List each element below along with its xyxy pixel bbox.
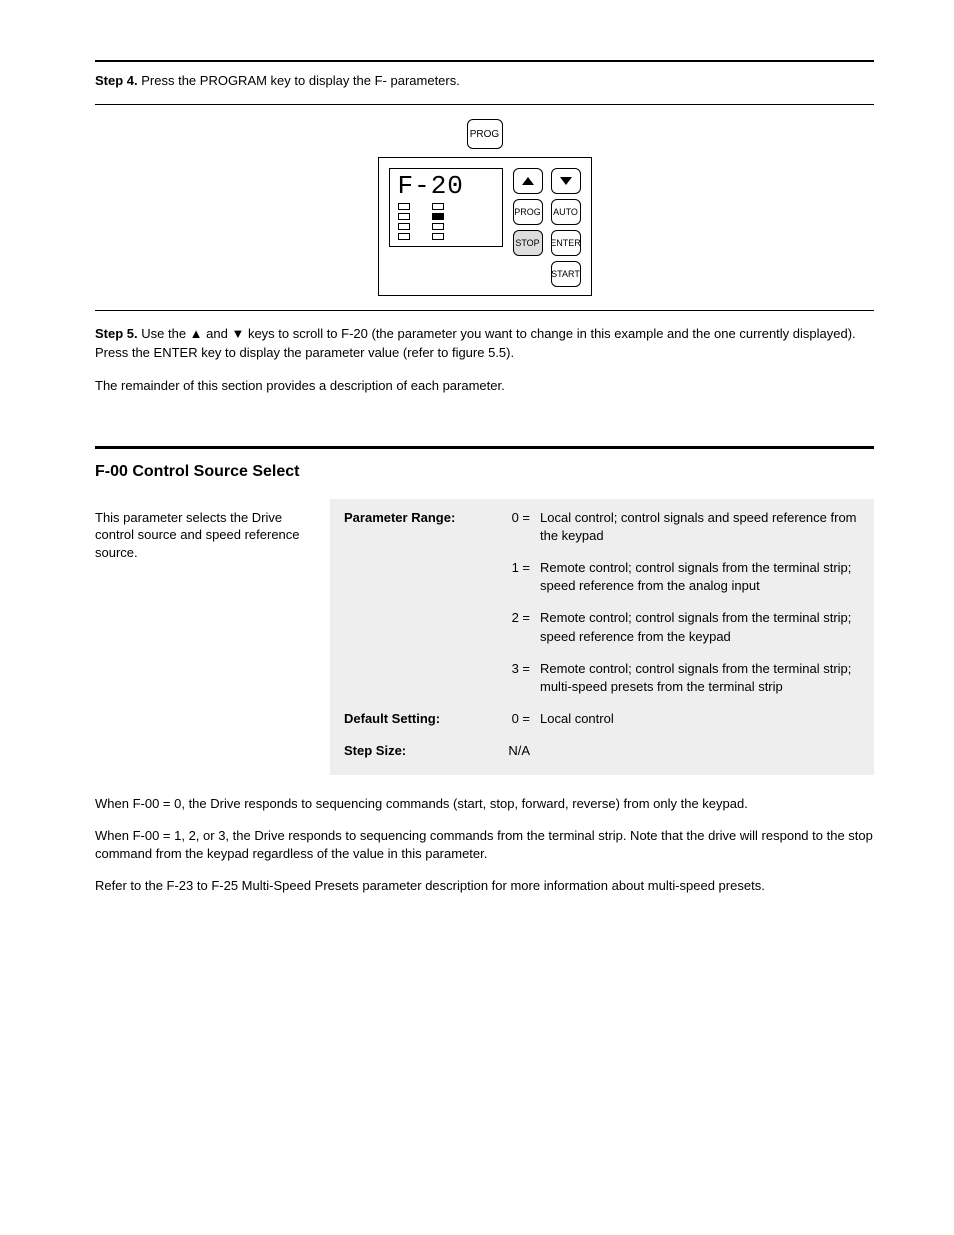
down-arrow-icon (560, 177, 572, 185)
step-5-label: Step 5. (95, 326, 138, 341)
body-p2: When F-00 = 1, 2, or 3, the Drive respon… (95, 827, 874, 863)
page: Step 4. Press the PROGRAM key to display… (0, 0, 954, 949)
param-range-row: 1 = Remote control; control signals from… (344, 559, 860, 595)
param-range-val: Remote control; control signals from the… (540, 609, 860, 645)
start-key: START (551, 261, 581, 287)
step-4-text: Step 4. Press the PROGRAM key to display… (95, 72, 874, 90)
up-arrow-key (513, 168, 543, 194)
parameter-block: This parameter selects the Drive control… (95, 499, 874, 775)
step-5-fragment: key to display the parameter value (refe… (198, 345, 452, 360)
param-default-label: Default Setting: (344, 710, 494, 728)
enter-key-label: ENTER (154, 345, 198, 360)
param-range-val: Remote control; control signals from the… (540, 660, 860, 696)
step-4-label: Step 4. (95, 73, 138, 88)
up-arrow-icon (522, 177, 534, 185)
prog-key: PROG (513, 199, 543, 225)
indicator-col-1 (398, 203, 410, 240)
section-title: F-00 Control Source Select (95, 463, 874, 481)
lcd-indicator-row (396, 203, 496, 240)
down-arrow-key (551, 168, 581, 194)
param-default-row: Default Setting: 0 = Local control (344, 710, 860, 728)
indicator-icon (432, 223, 444, 230)
step-5-fragment: Use the (141, 326, 189, 341)
param-range-row: Parameter Range: 0 = Local control; cont… (344, 509, 860, 545)
step-5-line-2: The remainder of this section provides a… (95, 378, 505, 393)
step-5-fragment: and (203, 326, 232, 341)
parameter-description: This parameter selects the Drive control… (95, 499, 330, 775)
body-p3: Refer to the F-23 to F-25 Multi-Speed Pr… (95, 877, 874, 895)
param-range-eq: 2 = (494, 609, 540, 627)
parameter-box: Parameter Range: 0 = Local control; cont… (330, 499, 874, 775)
indicator-icon (398, 233, 410, 240)
param-range-val: Remote control; control signals from the… (540, 559, 860, 595)
param-range-eq: 3 = (494, 660, 540, 678)
stop-key: STOP (513, 230, 543, 256)
down-arrow-icon: ▼ (231, 326, 244, 341)
keypad-diagram: PROG F-20 (95, 119, 874, 296)
rule (95, 310, 874, 311)
param-default-eq: 0 = (494, 710, 540, 728)
indicator-icon (398, 213, 410, 220)
param-step-label: Step Size: (344, 742, 494, 760)
figure-reference: figure 5.5 (452, 345, 506, 360)
indicator-icon (398, 203, 410, 210)
param-step-val: N/A (494, 742, 540, 760)
param-default-val: Local control (540, 710, 860, 728)
lcd-display: F-20 (389, 168, 503, 247)
param-range-eq: 0 = (494, 509, 540, 527)
rule (95, 104, 874, 105)
keypad-buttons: PROG AUTO STOP ENTER START (513, 168, 581, 287)
keypad-panel: F-20 (378, 157, 592, 296)
prog-key-callout: PROG (467, 119, 503, 149)
param-range-row: 2 = Remote control; control signals from… (344, 609, 860, 645)
enter-key: ENTER (551, 230, 581, 256)
param-range-label: Parameter Range: (344, 509, 494, 527)
auto-key: AUTO (551, 199, 581, 225)
indicator-icon (432, 233, 444, 240)
lcd-text: F-20 (396, 173, 496, 203)
indicator-icon (432, 203, 444, 210)
param-range-row: 3 = Remote control; control signals from… (344, 660, 860, 696)
param-range-eq: 1 = (494, 559, 540, 577)
indicator-col-2 (432, 203, 444, 240)
top-rule (95, 60, 874, 62)
indicator-icon (432, 213, 444, 220)
body-paragraphs: When F-00 = 0, the Drive responds to seq… (95, 795, 874, 896)
step-5-fragment: ). (506, 345, 514, 360)
param-step-row: Step Size: N/A (344, 742, 860, 760)
step-5-text: Step 5. Use the ▲ and ▼ keys to scroll t… (95, 325, 874, 396)
param-range-val: Local control; control signals and speed… (540, 509, 860, 545)
step-4-body: Press the PROGRAM key to display the F- … (141, 73, 460, 88)
indicator-icon (398, 223, 410, 230)
up-arrow-icon: ▲ (190, 326, 203, 341)
body-p1: When F-00 = 0, the Drive responds to seq… (95, 795, 874, 813)
section-rule (95, 446, 874, 449)
